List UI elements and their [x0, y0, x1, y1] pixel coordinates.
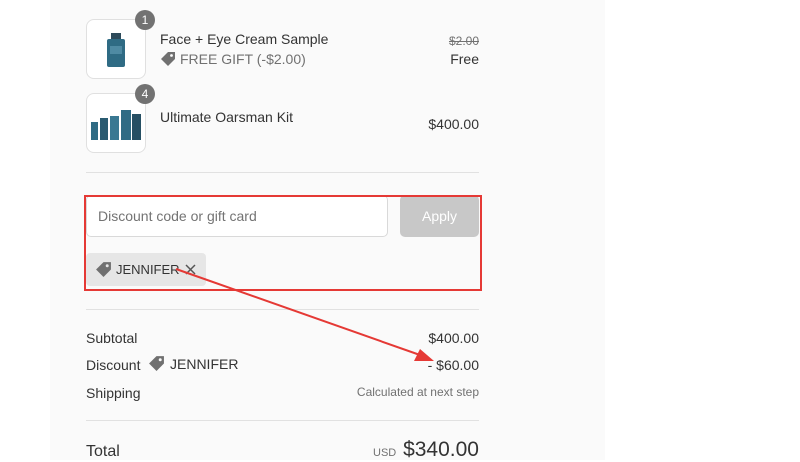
annotation-arrow: [175, 268, 434, 361]
